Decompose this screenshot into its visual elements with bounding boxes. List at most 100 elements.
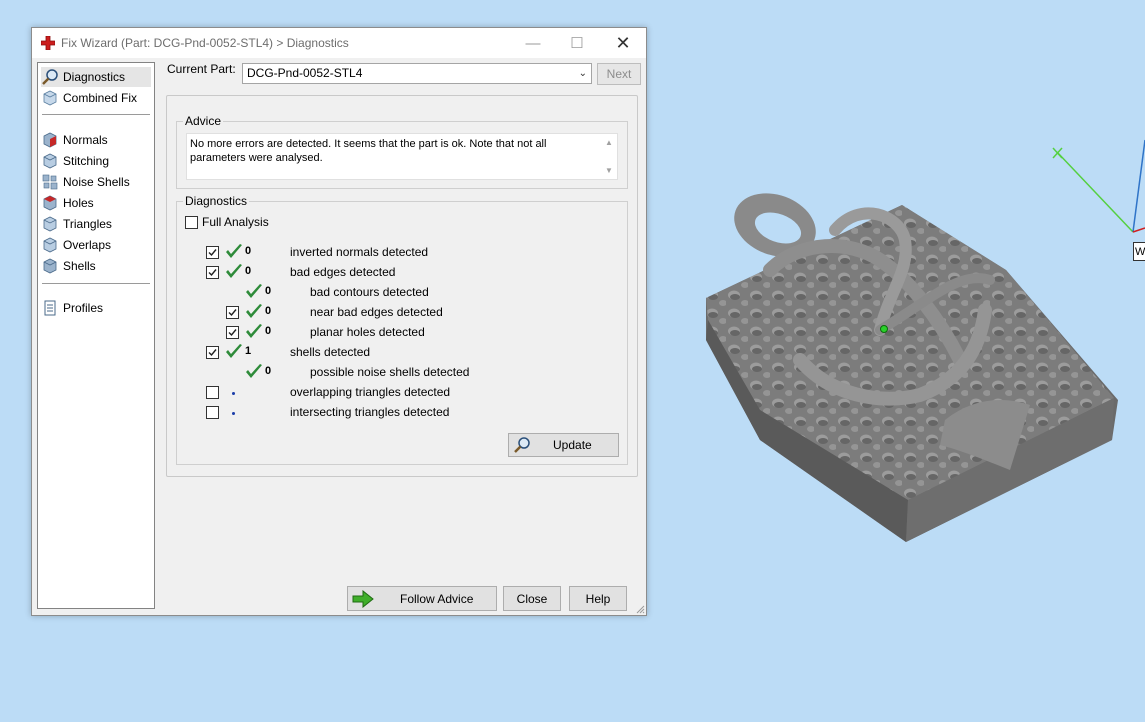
bad-contours-count: 0 <box>265 285 272 297</box>
nav-item-label: Shells <box>63 259 96 273</box>
intersecting-triangles-label: intersecting triangles detected <box>290 405 450 419</box>
nav-item-label: Holes <box>63 196 94 210</box>
near-bad-edges-count: 0 <box>265 305 272 317</box>
pending-dot-icon <box>232 412 235 415</box>
check-mark-icon <box>246 304 262 318</box>
next-button[interactable]: Next <box>597 63 641 85</box>
inverted-normals-checkbox[interactable] <box>206 246 219 259</box>
intersecting-triangles-checkbox[interactable] <box>206 406 219 419</box>
overlapping-triangles-checkbox[interactable] <box>206 386 219 399</box>
inverted-normals-label: inverted normals detected <box>290 245 429 259</box>
advice-group: Advice No more errors are detected. It s… <box>176 114 628 189</box>
nav-item-label: Combined Fix <box>63 91 138 105</box>
close-button[interactable]: Close <box>503 586 561 611</box>
scroll-up-icon[interactable]: ▲ <box>605 136 613 150</box>
shells-label: shells detected <box>290 345 371 359</box>
shells-checkbox[interactable] <box>206 346 219 359</box>
check-mark-icon <box>226 344 242 358</box>
chevron-down-icon: ⌄ <box>578 68 587 79</box>
diagnostics-page-panel: Advice No more errors are detected. It s… <box>166 95 638 477</box>
nav-item-normals[interactable]: Normals <box>41 130 151 150</box>
nav-item-overlaps[interactable]: Overlaps <box>41 235 151 255</box>
planar-holes-label: planar holes detected <box>310 325 425 339</box>
inverted-normals-count: 0 <box>245 245 252 257</box>
title-bar[interactable]: Fix Wizard (Part: DCG-Pnd-0052-STL4) > D… <box>32 28 646 58</box>
follow-advice-label: Follow Advice <box>400 591 474 606</box>
red-cross-icon <box>41 36 55 50</box>
diagnostics-group-title: Diagnostics <box>183 194 250 208</box>
fix-wizard-dialog: Fix Wizard (Part: DCG-Pnd-0052-STL4) > D… <box>31 27 647 616</box>
nav-item-stitching[interactable]: Stitching <box>41 151 151 171</box>
document-icon <box>44 300 56 316</box>
magnifier-icon <box>514 437 530 453</box>
check-mark-icon <box>226 264 242 278</box>
check-mark-icon <box>246 324 262 338</box>
nav-item-label: Overlaps <box>63 238 112 252</box>
nav-item-shells[interactable]: Shells <box>41 256 151 276</box>
nav-item-triangles[interactable]: Triangles <box>41 214 151 234</box>
overlapping-triangles-label: overlapping triangles detected <box>290 385 451 399</box>
noise-shells-icon <box>42 174 58 190</box>
planar-holes-count: 0 <box>265 325 272 337</box>
diagnostics-group: Diagnostics Full Analysis 0 inverted nor… <box>176 194 628 465</box>
help-button[interactable]: Help <box>569 586 627 611</box>
planar-holes-checkbox[interactable] <box>226 326 239 339</box>
bad-edges-label: bad edges detected <box>290 265 396 279</box>
check-mark-icon <box>246 364 262 378</box>
overlaps-cube-icon <box>43 237 57 253</box>
bad-edges-checkbox[interactable] <box>206 266 219 279</box>
arrow-right-icon <box>352 589 374 608</box>
nav-item-label: Stitching <box>63 154 110 168</box>
noise-shells-label: possible noise shells detected <box>310 365 470 379</box>
maximize-button[interactable]: ☐ <box>554 28 600 58</box>
axis-triad <box>1052 139 1145 233</box>
nav-separator <box>42 114 150 115</box>
cube-icon <box>43 90 57 106</box>
minimize-button[interactable]: — <box>510 28 556 58</box>
shells-cube-icon <box>43 258 57 274</box>
nav-item-profiles[interactable]: Profiles <box>41 298 151 318</box>
update-button[interactable]: Update <box>508 433 619 457</box>
nav-item-label: Normals <box>63 133 108 147</box>
nav-item-label: Profiles <box>63 301 104 315</box>
nav-item-diagnostics[interactable]: Diagnostics <box>41 67 151 87</box>
triangles-cube-icon <box>43 216 57 232</box>
close-window-button[interactable]: ✕ <box>600 28 646 58</box>
nav-item-label: Noise Shells <box>63 175 130 189</box>
pendant-model <box>706 193 1118 542</box>
bad-edges-count: 0 <box>245 265 252 277</box>
window-title: Fix Wizard (Part: DCG-Pnd-0052-STL4) > D… <box>61 36 349 50</box>
nav-item-noise-shells[interactable]: Noise Shells <box>41 172 151 192</box>
axis-label: W <box>1133 242 1145 261</box>
nav-item-holes[interactable]: Holes <box>41 193 151 213</box>
fix-wizard-nav: Diagnostics Combined Fix Normals Stitchi… <box>37 62 155 609</box>
noise-shells-count: 0 <box>265 365 272 377</box>
follow-advice-button[interactable]: Follow Advice <box>347 586 497 611</box>
normals-cube-icon <box>43 132 57 148</box>
pending-dot-icon <box>232 392 235 395</box>
bad-contours-label: bad contours detected <box>310 285 429 299</box>
check-mark-icon <box>226 244 242 258</box>
nav-item-label: Diagnostics <box>63 70 126 84</box>
holes-cube-icon <box>43 195 57 211</box>
full-analysis-checkbox[interactable] <box>185 216 198 229</box>
current-part-label: Current Part: <box>167 62 236 76</box>
advice-scrollbar[interactable]: ▲ ▼ <box>603 136 615 178</box>
advice-text-box: No more errors are detected. It seems th… <box>186 133 618 180</box>
current-part-select[interactable]: DCG-Pnd-0052-STL4 ⌄ <box>242 63 592 84</box>
near-bad-edges-checkbox[interactable] <box>226 306 239 319</box>
update-button-label: Update <box>553 438 592 452</box>
scroll-down-icon[interactable]: ▼ <box>605 164 613 178</box>
nav-item-label: Triangles <box>63 217 112 231</box>
stitching-cube-icon <box>43 153 57 169</box>
advice-text: No more errors are detected. It seems th… <box>190 138 547 164</box>
resize-grip-icon[interactable] <box>635 604 645 614</box>
nav-item-combined-fix[interactable]: Combined Fix <box>41 88 151 108</box>
full-analysis-label: Full Analysis <box>202 215 269 229</box>
advice-group-title: Advice <box>183 114 224 128</box>
nav-separator <box>42 283 150 284</box>
magnifier-icon <box>42 69 58 85</box>
current-part-value: DCG-Pnd-0052-STL4 <box>247 66 363 80</box>
shells-count: 1 <box>245 345 252 357</box>
near-bad-edges-label: near bad edges detected <box>310 305 443 319</box>
